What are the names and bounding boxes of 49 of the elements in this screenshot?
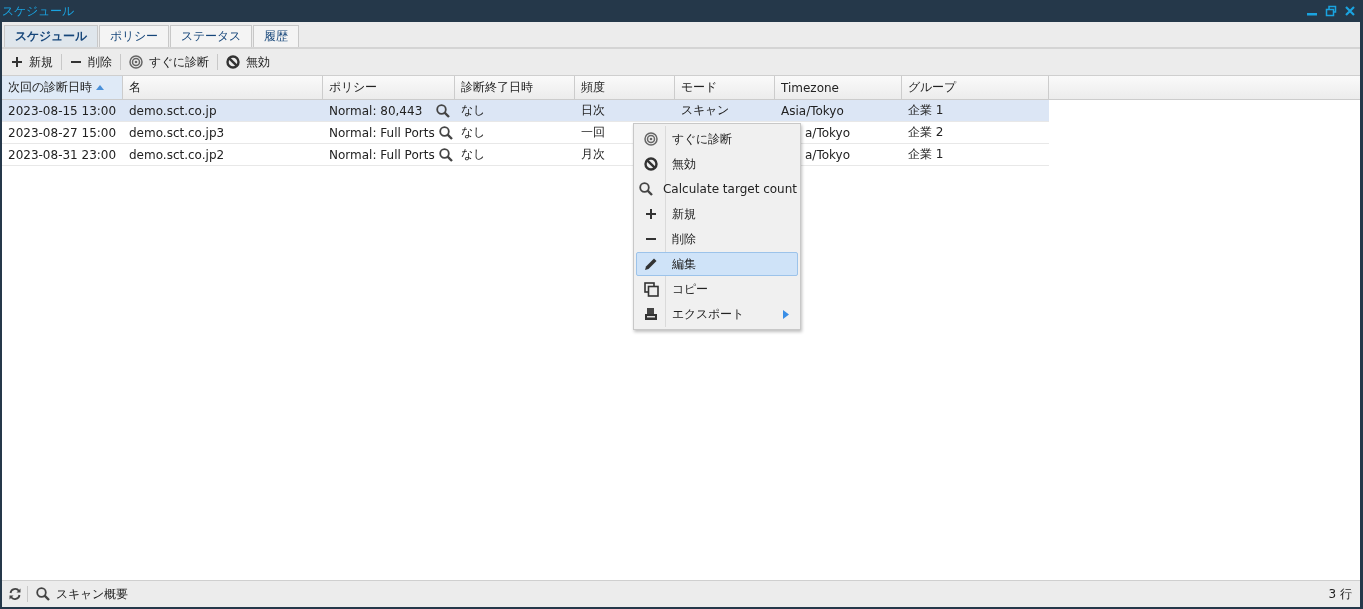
scan-now-button[interactable]: すぐに診断 — [126, 51, 212, 73]
menu-item[interactable]: コピー — [636, 277, 798, 301]
column-header[interactable]: ポリシー — [323, 76, 455, 99]
column-header[interactable]: グループ — [902, 76, 1049, 99]
tab[interactable]: ポリシー — [99, 25, 169, 47]
menu-item[interactable]: 無効 — [636, 152, 798, 176]
menu-item[interactable]: エクスポート — [636, 302, 798, 326]
table-cell: demo.sct.co.jp2 — [129, 147, 225, 162]
menu-item[interactable]: 削除 — [636, 227, 798, 251]
table-cell: Normal: Full Ports — [329, 147, 435, 162]
table-cell: なし — [461, 146, 485, 163]
column-header[interactable]: 次回の診断日時 — [2, 76, 123, 99]
menu-item[interactable]: Calculate target count — [636, 177, 798, 201]
table-cell: スキャン — [681, 102, 729, 119]
column-header[interactable]: Timezone — [775, 76, 902, 99]
delete-button[interactable]: 削除 — [67, 51, 115, 73]
table-cell: なし — [461, 124, 485, 141]
table-cell: demo.sct.co.jp — [129, 103, 217, 118]
window-title: スケジュール — [2, 2, 74, 20]
tab[interactable]: ステータス — [170, 25, 252, 47]
row-count: 3 行 — [1328, 585, 1352, 603]
new-button[interactable]: 新規 — [8, 51, 56, 73]
tab[interactable]: スケジュール — [4, 25, 98, 47]
table-cell: 企業 1 — [908, 146, 944, 163]
table-cell-text: a/Tokyo — [804, 147, 850, 162]
table-cell: 企業 2 — [908, 124, 944, 141]
column-header[interactable]: 頻度 — [575, 76, 675, 99]
column-header[interactable]: モード — [675, 76, 775, 99]
table-cell: 日次 — [581, 102, 605, 119]
column-header[interactable]: 診断終了日時 — [455, 76, 575, 99]
table-cell: 企業 1 — [908, 102, 944, 119]
table-cell: Normal: Full Ports — [329, 125, 435, 140]
table-cell: Asia/Tokyo — [781, 103, 844, 118]
table-cell: 月次 — [581, 146, 605, 163]
column-header[interactable]: 名 — [123, 76, 323, 99]
table-cell: なし — [461, 102, 485, 119]
table-cell: 2023-08-31 23:00 — [8, 147, 117, 162]
scan-summary-button[interactable]: スキャン概要 — [33, 583, 131, 605]
table-cell: 2023-08-15 13:00 — [8, 103, 117, 118]
table-cell: demo.sct.co.jp3 — [129, 125, 225, 140]
disable-button[interactable]: 無効 — [223, 51, 273, 73]
table-cell-text: a/Tokyo — [804, 125, 850, 140]
menu-item[interactable]: すぐに診断 — [636, 127, 798, 151]
table-cell: Normal: 80,443 — [329, 103, 423, 118]
menu-item[interactable]: 編集 — [636, 252, 798, 276]
table-cell: 一回 — [581, 124, 605, 141]
menu-item[interactable]: 新規 — [636, 202, 798, 226]
table-cell: 2023-08-27 15:00 — [8, 125, 117, 140]
tab[interactable]: 履歴 — [253, 25, 299, 47]
